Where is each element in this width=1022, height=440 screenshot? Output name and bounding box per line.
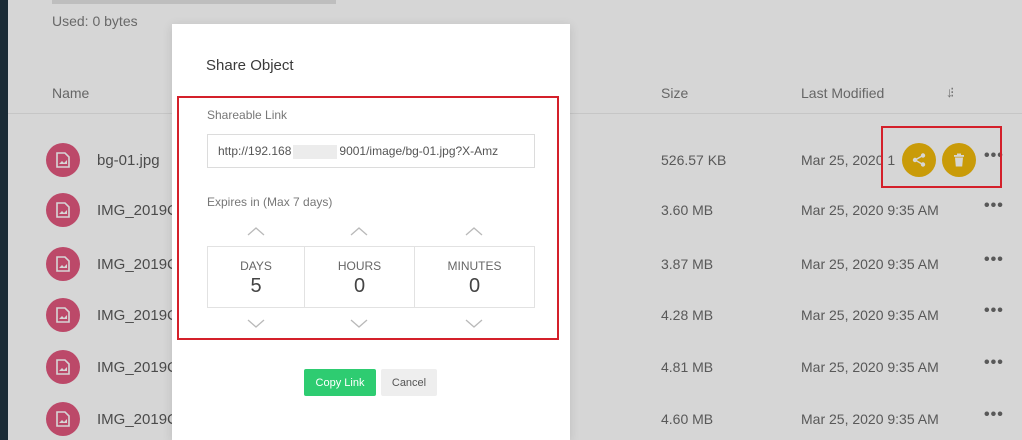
redacted-ip	[293, 144, 338, 159]
shareable-link-field[interactable]: http://192.168 9001/image/bg-01.jpg?X-Amz	[207, 134, 535, 168]
annotation-highlight-actions	[881, 126, 1002, 188]
hours-label: HOURS	[337, 259, 382, 273]
copy-link-button[interactable]: Copy Link	[304, 369, 376, 396]
expires-label: Expires in (Max 7 days)	[207, 195, 333, 209]
hours-increment-chevron-up-icon[interactable]	[349, 227, 369, 236]
minutes-cell: MINUTES 0	[414, 247, 534, 307]
minutes-label: MINUTES	[447, 259, 502, 273]
days-decrement-chevron-down-icon[interactable]	[246, 319, 266, 328]
dialog-title: Share Object	[206, 57, 294, 74]
minutes-value[interactable]: 0	[415, 275, 534, 298]
shareable-link-label: Shareable Link	[207, 108, 288, 122]
hours-cell: HOURS 0	[304, 247, 414, 307]
expiry-selector: DAYS 5 HOURS 0 MINUTES 0	[207, 246, 535, 308]
days-value[interactable]: 5	[208, 275, 304, 298]
days-label: DAYS	[240, 259, 272, 273]
minutes-increment-chevron-up-icon[interactable]	[464, 227, 484, 236]
days-cell: DAYS 5	[208, 247, 304, 307]
share-object-dialog: Share Object Shareable Link http://192.1…	[172, 24, 570, 440]
cancel-button[interactable]: Cancel	[381, 369, 437, 396]
minutes-decrement-chevron-down-icon[interactable]	[464, 319, 484, 328]
days-increment-chevron-up-icon[interactable]	[246, 227, 266, 236]
hours-value[interactable]: 0	[305, 275, 414, 298]
hours-decrement-chevron-down-icon[interactable]	[349, 319, 369, 328]
